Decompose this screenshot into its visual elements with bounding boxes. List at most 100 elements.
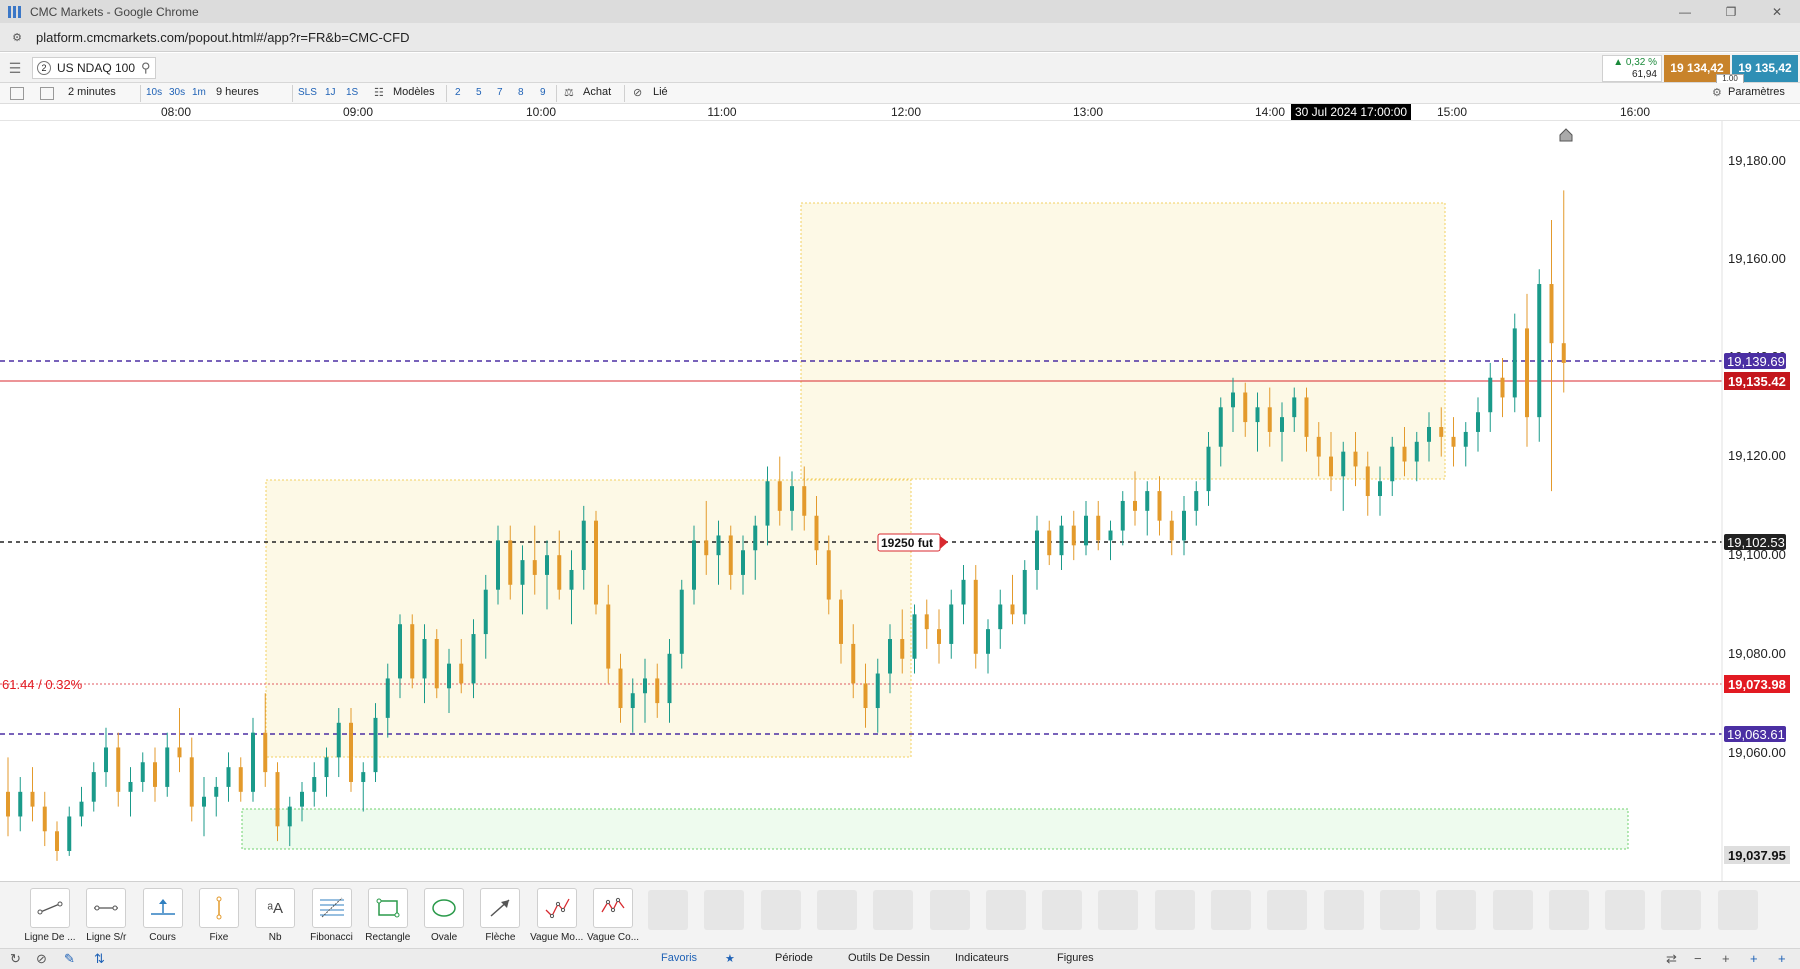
tool-price-line[interactable]: Cours	[142, 888, 184, 943]
empty-tool-slot[interactable]	[929, 890, 970, 930]
quick-2[interactable]: 2	[455, 87, 461, 98]
tab-figures[interactable]: Figures	[1057, 952, 1094, 964]
tool-wave-motive[interactable]: Vague Mo...	[530, 888, 583, 943]
empty-tool-slot[interactable]	[985, 890, 1026, 930]
gear-icon[interactable]: ⚙	[1712, 86, 1722, 99]
empty-tool-slot[interactable]	[1548, 890, 1589, 930]
empty-tool-slot[interactable]	[816, 890, 857, 930]
browser-title-bar: CMC Markets - Google Chrome — ❐ ✕	[0, 0, 1800, 23]
tool-oval[interactable]: Ovale	[423, 888, 465, 943]
sr-line-icon[interactable]	[86, 888, 127, 928]
url-text[interactable]: platform.cmcmarkets.com/popout.html#/app…	[36, 30, 410, 45]
rectangle-icon[interactable]	[367, 888, 408, 928]
hamburger-menu-icon[interactable]: ☰	[6, 60, 24, 76]
candle	[741, 550, 745, 575]
empty-tool-slot[interactable]	[704, 890, 745, 930]
tool-fixed-line[interactable]: Fixe	[198, 888, 240, 943]
quick-9[interactable]: 9	[540, 87, 546, 98]
range-zone[interactable]	[265, 479, 912, 758]
tool-label: Fibonacci	[310, 932, 353, 943]
text-note-icon[interactable]: ᵃA	[255, 888, 296, 928]
buy-mode-toggle[interactable]: Achat	[583, 86, 611, 98]
cancel-icon[interactable]: ⊘	[36, 951, 47, 967]
tab-periode[interactable]: Période	[775, 952, 813, 964]
oval-icon[interactable]	[424, 888, 465, 928]
drawing-mode-icon[interactable]: ⇄	[1666, 951, 1677, 967]
candle	[349, 722, 353, 782]
refresh-icon[interactable]: ↻	[10, 951, 21, 967]
range-1m[interactable]: 1m	[192, 87, 206, 98]
layout-grid-icon[interactable]	[40, 87, 54, 100]
tool-fibonacci[interactable]: Fibonacci	[310, 888, 353, 943]
price-tick: 19,160.00	[1728, 251, 1786, 266]
empty-tool-slot[interactable]	[1492, 890, 1533, 930]
empty-tool-slot[interactable]	[873, 890, 914, 930]
range-sls[interactable]: SLS	[298, 87, 317, 98]
minimize-icon[interactable]: —	[1662, 0, 1708, 23]
tool-text-note[interactable]: ᵃA Nb	[254, 888, 296, 943]
empty-tool-slot[interactable]	[1436, 890, 1477, 930]
empty-tool-slot[interactable]	[1154, 890, 1195, 930]
trend-line-icon[interactable]	[30, 888, 70, 928]
tool-arrow[interactable]: Flèche	[479, 888, 521, 943]
candle	[912, 614, 917, 659]
cursor-icon[interactable]: ⇅	[94, 951, 105, 967]
star-icon[interactable]: ★	[725, 952, 735, 965]
crosshair-icon[interactable]: +	[1750, 951, 1758, 966]
crosshair-alt-icon[interactable]: +	[1778, 951, 1786, 966]
candle	[1304, 397, 1309, 437]
quick-8[interactable]: 8	[518, 87, 524, 98]
zoom-out-icon[interactable]: −	[1694, 951, 1702, 966]
range-select[interactable]: 9 heures	[216, 86, 259, 98]
zoom-in-icon[interactable]: +	[1722, 951, 1730, 966]
candle	[520, 560, 525, 585]
fibonacci-icon[interactable]	[311, 888, 352, 928]
empty-tool-slot[interactable]	[1042, 890, 1083, 930]
settings-button[interactable]: Paramètres	[1728, 86, 1785, 98]
tab-favoris[interactable]: Favoris	[661, 952, 697, 964]
range-30s[interactable]: 30s	[169, 87, 185, 98]
interval-select[interactable]: 2 minutes	[68, 86, 116, 98]
tool-trend-line[interactable]: Ligne De ...	[24, 888, 76, 943]
empty-tool-slot[interactable]	[760, 890, 801, 930]
tool-wave-corrective[interactable]: Vague Co...	[587, 888, 639, 943]
tool-rectangle[interactable]: Rectangle	[365, 888, 410, 943]
linked-toggle[interactable]: Lié	[653, 86, 668, 98]
empty-tool-slot[interactable]	[1267, 890, 1308, 930]
arrow-icon[interactable]	[480, 888, 521, 928]
empty-tool-slot[interactable]	[648, 890, 688, 930]
close-icon[interactable]: ✕	[1754, 0, 1800, 23]
site-info-icon[interactable]: ⚙	[8, 28, 26, 46]
restore-icon[interactable]: ❐	[1708, 0, 1754, 23]
tool-label: Vague Mo...	[530, 932, 584, 943]
demand-zone[interactable]	[241, 808, 1629, 850]
wave-motive-icon[interactable]	[536, 888, 577, 928]
empty-tool-slot[interactable]	[1605, 890, 1646, 930]
fixed-line-icon[interactable]	[198, 888, 239, 928]
empty-tool-slot[interactable]	[1323, 890, 1364, 930]
quick-7[interactable]: 7	[497, 87, 503, 98]
range-10s[interactable]: 10s	[146, 87, 162, 98]
search-icon[interactable]: ⚲	[141, 60, 151, 76]
price-line-icon[interactable]	[142, 888, 183, 928]
supply-zone[interactable]	[800, 202, 1446, 480]
tab-outils-de-dessin[interactable]: Outils De Dessin	[848, 952, 930, 964]
range-1s[interactable]: 1S	[346, 87, 358, 98]
wave-corrective-icon[interactable]	[593, 888, 633, 928]
tab-indicateurs[interactable]: Indicateurs	[955, 952, 1009, 964]
empty-tool-slot[interactable]	[1211, 890, 1251, 930]
pencil-icon[interactable]: ✎	[64, 951, 75, 967]
empty-tool-slot[interactable]	[1717, 890, 1758, 930]
price-chart[interactable]: 19,180.00 19,160.00 19,140.00 19,120.00 …	[0, 121, 1800, 881]
instrument-selector[interactable]: 2 US NDAQ 100 ⚲	[32, 57, 156, 79]
range-1j[interactable]: 1J	[325, 87, 336, 98]
tool-sr-line[interactable]: Ligne S/r	[85, 888, 127, 943]
quick-5[interactable]: 5	[476, 87, 482, 98]
models-menu[interactable]: Modèles	[393, 86, 435, 98]
empty-tool-slot[interactable]	[1661, 890, 1702, 930]
empty-tool-slot[interactable]	[1379, 890, 1420, 930]
candle	[1414, 441, 1419, 462]
panel-toggle-icon[interactable]	[10, 87, 24, 100]
empty-tool-slot[interactable]	[1098, 890, 1139, 930]
candle	[1329, 456, 1333, 477]
